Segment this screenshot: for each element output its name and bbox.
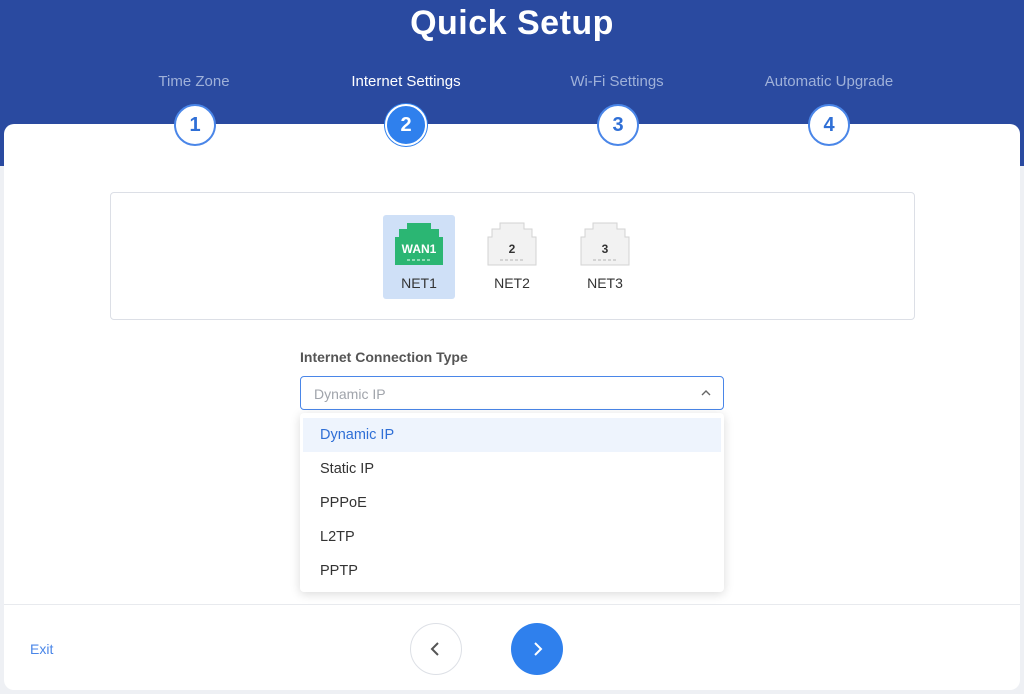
previous-button[interactable]	[410, 623, 462, 675]
port-name: NET3	[587, 275, 623, 291]
next-button[interactable]	[511, 623, 563, 675]
chevron-up-icon	[701, 390, 711, 396]
port-jack-label: 3	[602, 242, 609, 256]
ethernet-port-icon: WAN1	[395, 223, 443, 265]
step-circle-1[interactable]: 1	[174, 104, 216, 146]
page-title: Quick Setup	[410, 4, 614, 42]
option-l2tp[interactable]: L2TP	[303, 520, 721, 554]
select-placeholder: Dynamic IP	[314, 386, 386, 402]
ethernet-port-icon: 2	[487, 222, 537, 266]
option-dynamic-ip[interactable]: Dynamic IP	[303, 418, 721, 452]
footer-divider	[4, 604, 1020, 605]
chevron-left-icon	[430, 642, 439, 656]
port-net3[interactable]: 3 NET3	[569, 215, 641, 299]
option-static-ip[interactable]: Static IP	[303, 452, 721, 486]
port-name: NET1	[401, 275, 437, 291]
option-pptp[interactable]: PPTP	[303, 554, 721, 588]
step-circle-4[interactable]: 4	[808, 104, 850, 146]
port-net2[interactable]: 2 NET2	[476, 215, 548, 299]
connection-type-select[interactable]: Dynamic IP	[300, 376, 724, 410]
port-name: NET2	[494, 275, 530, 291]
step-circle-2[interactable]: 2	[385, 104, 427, 146]
option-pppoe[interactable]: PPPoE	[303, 486, 721, 520]
ethernet-port-icon: 3	[580, 222, 630, 266]
step-label-time-zone: Time Zone	[158, 73, 230, 90]
connection-type-dropdown: Dynamic IP Static IP PPPoE L2TP PPTP	[300, 413, 724, 592]
port-panel: WAN1 NET1 2 NET2 3 NET3	[110, 192, 915, 320]
step-label-wifi-settings: Wi-Fi Settings	[570, 73, 664, 90]
port-net1[interactable]: WAN1 NET1	[383, 215, 455, 299]
step-label-internet-settings: Internet Settings	[351, 73, 461, 90]
step-label-automatic-upgrade: Automatic Upgrade	[764, 73, 894, 90]
connection-type-label: Internet Connection Type	[300, 349, 468, 365]
port-jack-label: WAN1	[402, 242, 437, 256]
chevron-right-icon	[534, 642, 543, 656]
step-circle-3[interactable]: 3	[597, 104, 639, 146]
exit-link[interactable]: Exit	[30, 641, 53, 657]
port-jack-label: 2	[509, 242, 516, 256]
